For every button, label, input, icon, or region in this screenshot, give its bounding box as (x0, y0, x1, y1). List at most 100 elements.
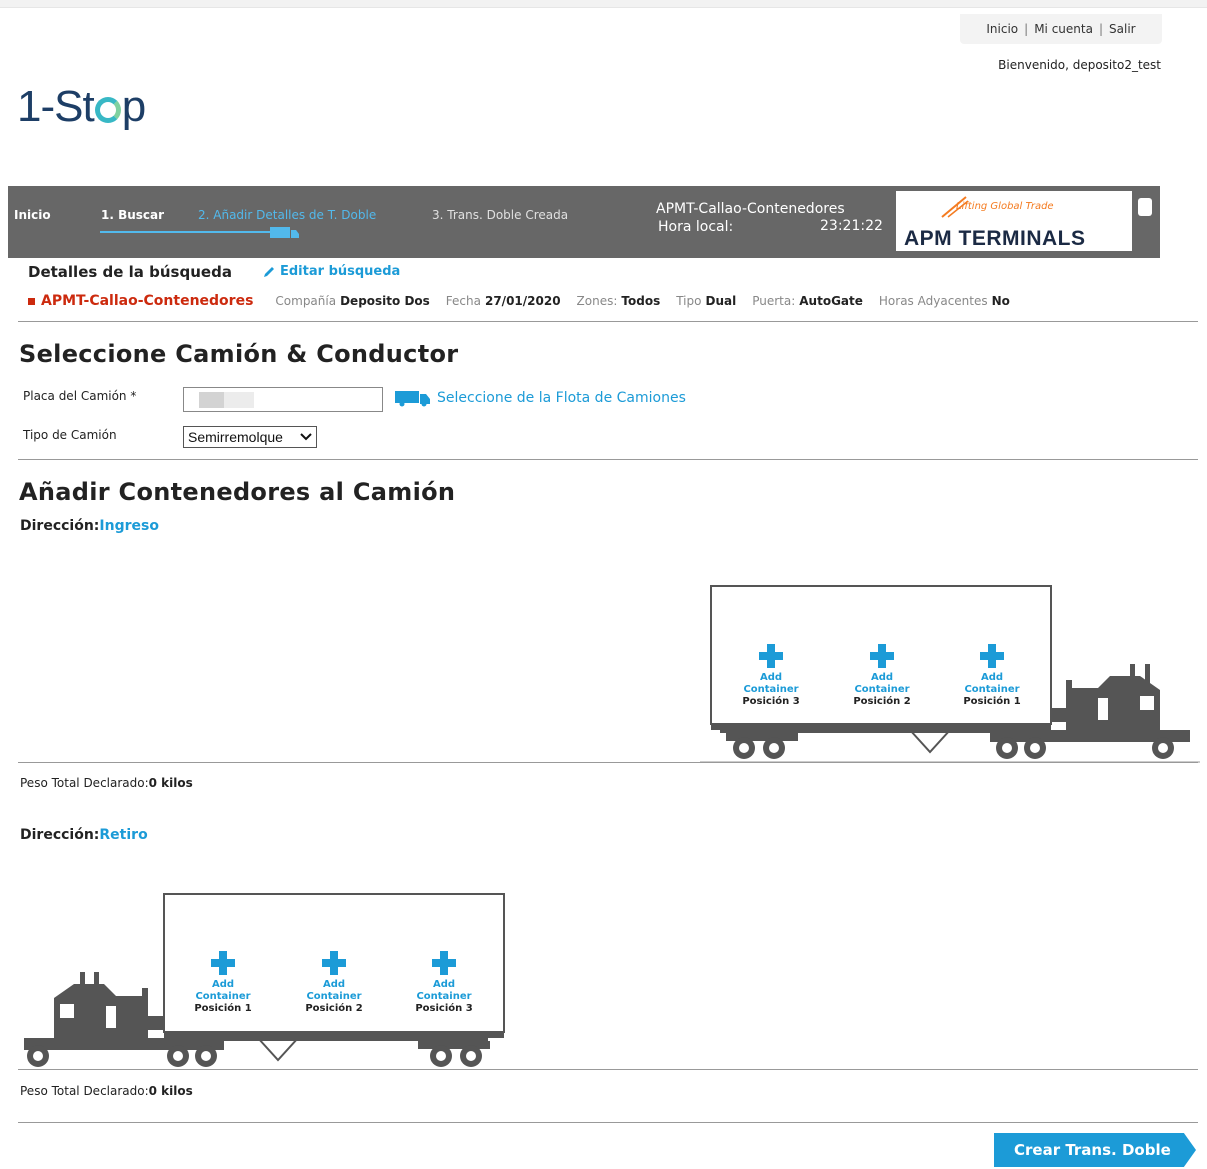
add-container-label: Add Container (964, 672, 1020, 695)
gate-value: AutoGate (799, 294, 863, 308)
truck-driver-title: Seleccione Camión & Conductor (19, 340, 459, 368)
plus-icon (870, 644, 894, 668)
logo-text-start: 1-St (17, 82, 95, 131)
divider (18, 321, 1198, 322)
terminal-name: APMT-Callao-Contenedores (656, 201, 845, 217)
total-weight-ingreso: Peso Total Declarado:0 kilos (20, 776, 193, 790)
total-weight-retiro: Peso Total Declarado:0 kilos (20, 1084, 193, 1098)
plate-label: Placa del Camión * (23, 389, 137, 403)
user-icon[interactable] (1138, 198, 1152, 216)
plate-redacted (224, 392, 254, 408)
type-label: Tipo (676, 294, 702, 308)
weight-label: Peso Total Declarado: (20, 1084, 149, 1098)
direction-retiro: Dirección:Retiro (20, 827, 148, 843)
add-container-label: Add Container (854, 672, 910, 695)
terminal-tag: APMT-Callao-Contenedores (28, 293, 253, 309)
truck-type-select[interactable]: Semirremolque (183, 426, 317, 448)
position-label: Posición 3 (742, 696, 800, 707)
add-container-slot[interactable]: Add Container Posición 2 (294, 951, 374, 1015)
company-label: Compañía (275, 294, 337, 308)
zones-label: Zones: (576, 294, 618, 308)
add-container-slot[interactable]: Add Container Posición 1 (952, 644, 1032, 708)
edit-search-link[interactable]: Editar búsqueda (262, 264, 400, 279)
progress-line (100, 231, 290, 233)
position-label: Posición 3 (415, 1003, 473, 1014)
road-line (18, 1069, 1198, 1070)
truck-icon (395, 391, 430, 407)
truck-type-label: Tipo de Camión (23, 428, 117, 442)
step-navbar: Inicio 1. Buscar 2. Añadir Detalles de T… (8, 186, 1160, 258)
plus-icon (322, 951, 346, 975)
one-stop-logo[interactable]: 1-St p (17, 82, 147, 132)
add-container-label: Add Container (306, 979, 362, 1002)
direction-label: Dirección: (20, 518, 100, 534)
terminal-tag-label: APMT-Callao-Contenedores (41, 293, 254, 309)
home-link[interactable]: Inicio (986, 22, 1018, 36)
road-line (18, 762, 1198, 763)
separator: | (1024, 22, 1029, 36)
create-double-transaction-button[interactable]: Crear Trans. Doble (994, 1133, 1196, 1167)
apm-tagline: Lifting Global Trade (956, 201, 1054, 212)
separator: | (1098, 22, 1104, 36)
search-details-title: Detalles de la búsqueda (28, 263, 232, 281)
date-label: Fecha (445, 294, 481, 308)
weight-value: 0 kilos (148, 776, 193, 790)
top-links: Inicio | Mi cuenta | Salir (960, 14, 1162, 44)
fleet-link-label: Seleccione de la Flota de Camiones (437, 390, 686, 406)
direction-value: Ingreso (99, 518, 159, 534)
plus-icon (980, 644, 1004, 668)
direction-ingreso: Dirección:Ingreso (20, 518, 159, 534)
red-square-icon (28, 297, 35, 305)
position-label: Posición 1 (963, 696, 1021, 707)
logo-loop-icon (94, 97, 121, 123)
direction-value: Retiro (99, 827, 148, 843)
add-container-slot[interactable]: Add Container Posición 1 (183, 951, 263, 1015)
nav-step-add-details: 2. Añadir Detalles de T. Doble (198, 208, 377, 222)
logo-text-end: p (121, 82, 147, 131)
welcome-text: Bienvenido, deposito2_test (998, 58, 1161, 72)
company-value: Deposito Dos (340, 294, 430, 308)
adjacent-hours-label: Horas Adyacentes (878, 294, 988, 308)
add-container-slot[interactable]: Add Container Posición 3 (731, 644, 811, 708)
weight-value: 0 kilos (148, 1084, 193, 1098)
terminal-info: APMT-Callao-Contenedores Hora local: (656, 200, 845, 236)
nav-home[interactable]: Inicio (14, 208, 51, 222)
add-container-label: Add Container (195, 979, 251, 1002)
add-container-label: Add Container (416, 979, 472, 1002)
add-container-slot[interactable]: Add Container Posición 3 (404, 951, 484, 1015)
type-value: Dual (705, 294, 737, 308)
position-label: Posición 1 (194, 1003, 252, 1014)
edit-search-label: Editar búsqueda (280, 264, 401, 279)
position-label: Posición 2 (853, 696, 911, 707)
add-container-label: Add Container (743, 672, 799, 695)
plus-icon (432, 951, 456, 975)
logout-link[interactable]: Salir (1109, 22, 1136, 36)
divider (18, 459, 1198, 460)
fleet-select-link[interactable]: Seleccione de la Flota de Camiones (395, 389, 686, 407)
plus-icon (759, 644, 783, 668)
chevron-down-icon (300, 433, 312, 441)
position-label: Posición 2 (305, 1003, 363, 1014)
divider (18, 1122, 1198, 1123)
local-time-value: 23:21:22 (820, 218, 883, 234)
add-containers-title: Añadir Contenedores al Camión (19, 478, 456, 506)
date-value: 27/01/2020 (484, 294, 561, 308)
pencil-icon (264, 266, 274, 277)
plus-icon (211, 951, 235, 975)
truck-type-value: Semirremolque (188, 429, 283, 445)
apm-terminals-logo: Lifting Global Trade APM TERMINALS (896, 191, 1132, 251)
plate-input[interactable] (183, 387, 383, 412)
add-container-slot[interactable]: Add Container Posición 2 (842, 644, 922, 708)
progress-truck-icon (270, 227, 299, 238)
nav-step-search[interactable]: 1. Buscar (101, 208, 164, 222)
search-summary: APMT-Callao-Contenedores Compañía Deposit… (28, 293, 1026, 309)
direction-label: Dirección: (20, 827, 100, 843)
nav-step-created: 3. Trans. Doble Creada (432, 208, 569, 222)
my-account-link[interactable]: Mi cuenta (1034, 22, 1093, 36)
adjacent-hours-value: No (991, 294, 1010, 308)
browser-top-strip (0, 0, 1207, 8)
apm-name: APM TERMINALS (904, 227, 1086, 250)
gate-label: Puerta: (752, 294, 796, 308)
local-time-label: Hora local: (658, 219, 734, 235)
zones-value: Todos (621, 294, 661, 308)
